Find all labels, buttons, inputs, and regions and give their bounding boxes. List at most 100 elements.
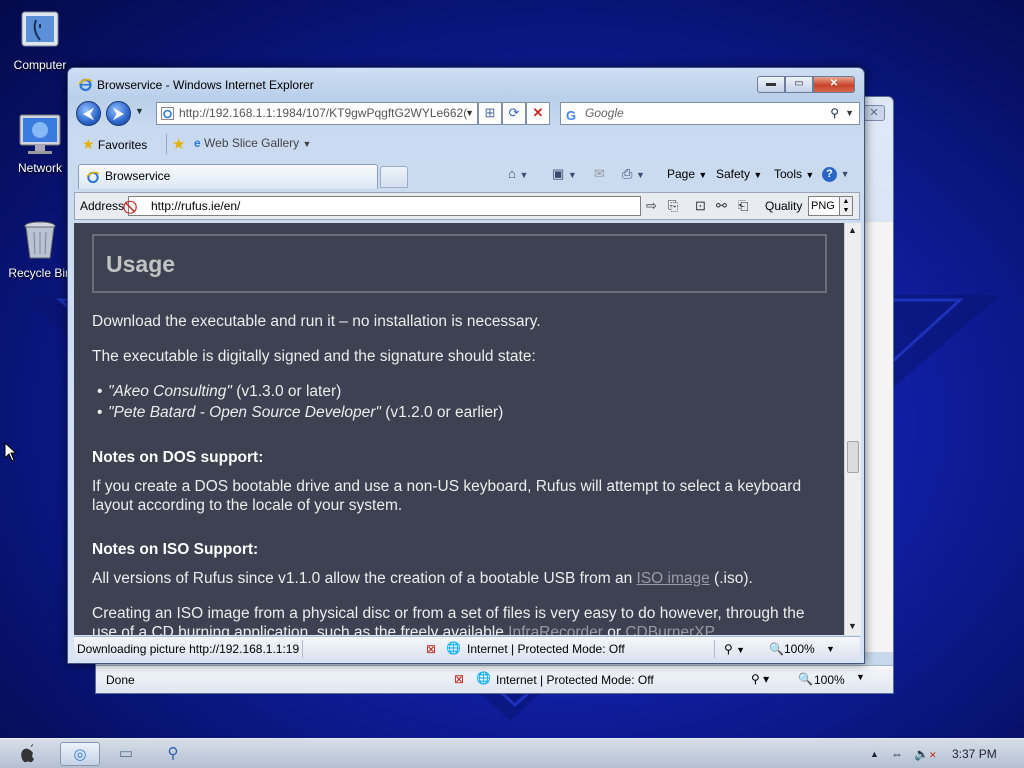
zoom-level[interactable]: 100% [784,642,815,656]
stop-button[interactable]: ✕ [526,102,550,125]
browser-window[interactable]: Browservice - Windows Internet Explorer … [67,67,865,664]
help-icon[interactable]: ? ▼ [822,165,850,182]
page-title: Usage [106,251,176,277]
tab-browservice[interactable]: Browservice [78,164,378,189]
list-item: • "Akeo Consulting" (v1.3.0 or later) [97,383,342,400]
volume-muted-icon[interactable]: 🔈✕ [914,747,937,761]
network-icon [18,113,62,157]
title-bar[interactable]: Browservice - Windows Internet Explorer … [68,68,864,98]
url-bar[interactable]: http://192.168.1.1:1984/107/KT9gwPqgftG2… [156,102,478,125]
navigation-bar: ⮜ ⮞ ▼ http://192.168.1.1:1984/107/KT9gwP… [74,99,860,127]
mail-icon[interactable]: ✉ [594,166,605,182]
zone-text: Internet | Protected Mode: Off [467,642,625,656]
favorites-button[interactable]: ★ Favorites [82,136,147,153]
quality-spinner[interactable]: ▲ ▼ [839,197,852,215]
status-text: Downloading picture http://192.168.1.1:1… [77,642,299,656]
vertical-scrollbar[interactable]: ▲ ▼ [844,223,861,635]
mouse-cursor-icon [4,441,18,465]
scrollbar-thumb[interactable] [847,441,859,473]
close-button[interactable]: ✕ [813,76,855,93]
divider [714,640,715,658]
search-icon[interactable]: ⚲ [830,103,839,124]
quality-label: Quality [765,199,803,213]
recent-pages-dropdown[interactable]: ▼ [135,106,144,116]
binoculars-icon[interactable]: ⚯ [716,198,727,214]
new-tab-button[interactable] [380,166,408,188]
favorites-label: Favorites [97,138,148,152]
section-heading: Notes on ISO Support: [92,541,259,558]
address-input[interactable]: ⃠ http://rufus.ie/en/ [128,196,641,216]
background-content-edge [865,222,893,652]
ie-taskbar-button[interactable]: ◎ [60,742,100,766]
zoom-icon[interactable]: 🔍 [769,642,784,656]
back-button[interactable]: ⮜ [76,101,101,126]
globe-icon: 🌐 [446,641,461,655]
web-slice-label: Web Slice Gallery [204,136,300,150]
close-icon[interactable]: ✕ [863,105,885,121]
window-title: Browservice - Windows Internet Explorer [97,78,314,92]
infrarecorder-link[interactable]: InfraRecorder [508,624,603,635]
clock[interactable]: 3:37 PM [952,747,997,761]
security-icon[interactable]: ⚲ ▾ [751,672,769,686]
start-button[interactable] [8,742,48,766]
paragraph: The executable is digitally signed and t… [92,348,536,365]
search-taskbar-button[interactable]: ⚲ [153,742,193,766]
home-icon[interactable]: ⌂ ▼ [508,166,528,181]
iso-image-link[interactable]: ISO image [637,570,710,587]
bookmark-icon[interactable]: ⎘ [668,198,678,214]
star-icon: ★ [82,136,95,152]
chevron-down-icon[interactable]: ▼ [845,103,854,124]
computer-icon [18,10,62,54]
chevron-down-icon[interactable]: ▼ [465,103,474,124]
taskbar: ◎ ▭ ⚲ ▲ ⇔ 🔈✕ 3:37 PM [0,738,1024,768]
scroll-down-icon[interactable]: ▼ [848,621,857,631]
address-value[interactable]: http://rufus.ie/en/ [151,199,240,213]
chevron-down-icon[interactable]: ▼ [856,672,865,682]
tab-label: Browservice [105,169,171,183]
security-icon[interactable]: ⚲ ▼ [724,642,745,656]
minimize-button[interactable]: ▬ [757,76,785,93]
add-to-favorites-icon[interactable]: ★ [172,135,185,153]
page-menu[interactable]: Page ▼ [667,167,707,181]
paragraph: All versions of Rufus since v1.1.0 allow… [92,570,753,587]
desktop-icon-computer[interactable]: Computer [0,10,80,72]
cdburnerxp-link[interactable]: CDBurnerXP [625,624,715,635]
address-label: Address [80,199,125,213]
network-tray-icon[interactable]: ⇔ [891,747,903,761]
web-slice-gallery-button[interactable]: e Web Slice Gallery ▼ [194,136,311,150]
compatibility-view-button[interactable]: ⊞ [478,102,502,125]
paragraph: Download the executable and run it – no … [92,313,541,330]
go-icon[interactable]: ⇨ [646,198,657,214]
folder-icon: ▭ [118,745,134,762]
safety-menu[interactable]: Safety ▼ [716,167,762,181]
tools-menu[interactable]: Tools ▼ [774,167,814,181]
feeds-icon[interactable]: ▣ ▼ [552,166,577,182]
search-input[interactable]: G Google ⚲ ▼ [560,102,860,125]
ie-page-icon [161,106,174,124]
print-icon[interactable]: ⎙ ▼ [622,166,645,182]
tab-command-bar: Browservice ⌂ ▼ ▣ ▼ ✉ ⎙ ▼ Page ▼ Safety … [74,161,860,189]
paragraph: If you create a DOS bootable drive and u… [92,478,802,514]
quality-select[interactable]: PNG ▲ ▼ [808,196,853,216]
status-bar: Downloading picture http://192.168.1.1:1… [74,636,860,660]
usage-heading-box: Usage [92,234,827,293]
show-hidden-icons[interactable]: ▲ [870,749,879,759]
page-content[interactable]: Usage Download the executable and run it… [74,223,844,635]
search-placeholder: Google [585,106,624,120]
ie-logo-icon: ◎ [73,746,87,763]
zoom-level[interactable]: 100% [814,673,845,687]
background-status-bar: Done ⊠ 🌐 Internet | Protected Mode: Off … [96,665,893,693]
list-item: • "Pete Batard - Open Source Developer" (… [97,404,504,421]
chevron-down-icon[interactable]: ▼ [826,644,835,654]
forward-button[interactable]: ⮞ [106,101,131,126]
maximize-button[interactable]: ▭ [785,76,813,93]
refresh-button[interactable]: ⟳ [502,102,526,125]
scroll-up-icon[interactable]: ▲ [848,225,857,235]
zoom-icon[interactable]: 🔍 [798,672,813,686]
find-icon[interactable]: ⊡ [695,198,706,214]
globe-icon: 🌐 [476,671,491,685]
url-text[interactable]: http://192.168.1.1:1984/107/KT9gwPqgftG2… [179,106,467,120]
explorer-taskbar-button[interactable]: ▭ [106,742,146,766]
blocked-icon: ⊠ [426,642,437,656]
clipboard-icon[interactable]: ⎗ [738,198,748,214]
